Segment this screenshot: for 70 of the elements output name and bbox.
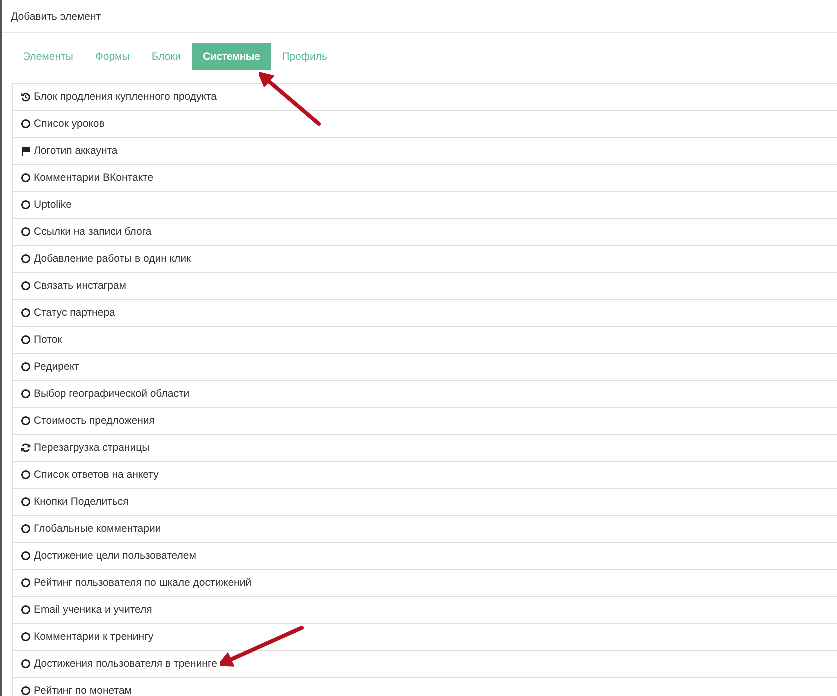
list-item[interactable]: Логотип аккаунта (13, 138, 837, 165)
list-item[interactable]: Статус партнера (13, 300, 837, 327)
item-label: Глобальные комментарии (34, 523, 162, 535)
flag-icon (21, 146, 31, 156)
item-label: Uptolike (34, 199, 72, 211)
refresh-icon (21, 443, 31, 453)
list-item[interactable]: Глобальные комментарии (13, 516, 837, 543)
item-label: Редирект (34, 361, 80, 373)
item-label: Выбор географической области (34, 388, 190, 400)
item-label: Достижения пользователя в тренинге (34, 658, 218, 670)
item-label: Email ученика и учителя (34, 604, 152, 616)
list-item[interactable]: Email ученика и учителя (13, 597, 837, 624)
list-item[interactable]: Блок продления купленного продукта (13, 84, 837, 111)
item-label: Статус партнера (34, 307, 116, 319)
item-label: Стоимость предложения (34, 415, 155, 427)
circle-icon (21, 686, 31, 696)
item-label: Связать инстаграм (34, 280, 127, 292)
circle-icon (21, 659, 31, 669)
circle-icon (21, 362, 31, 372)
list-item[interactable]: Стоимость предложения (13, 408, 837, 435)
list-item[interactable]: Поток (13, 327, 837, 354)
item-label: Комментарии к тренингу (34, 631, 154, 643)
list-item[interactable]: Рейтинг пользователя по шкале достижений (13, 570, 837, 597)
circle-icon (21, 308, 31, 318)
circle-icon (21, 254, 31, 264)
item-label: Рейтинг пользователя по шкале достижений (34, 577, 252, 589)
history-icon (21, 92, 31, 102)
item-label: Достижение цели пользователем (34, 550, 196, 562)
dialog-title: Добавить элемент (11, 11, 102, 23)
circle-icon (21, 200, 31, 210)
circle-icon (21, 227, 31, 237)
list-item[interactable]: Выбор географической области (13, 381, 837, 408)
item-label: Перезагрузка страницы (34, 442, 150, 454)
list-item[interactable]: Ссылки на записи блога (13, 219, 837, 246)
item-label: Блок продления купленного продукта (34, 91, 218, 103)
list-item[interactable]: Комментарии к тренингу (13, 624, 837, 651)
circle-icon (21, 524, 31, 534)
circle-icon (21, 497, 31, 507)
item-label: Рейтинг по монетам (34, 685, 132, 696)
list-item[interactable]: Комментарии ВКонтакте (13, 165, 837, 192)
list-item[interactable]: Список уроков (13, 111, 837, 138)
circle-icon (21, 551, 31, 561)
list-item[interactable]: Редирект (13, 354, 837, 381)
circle-icon (21, 578, 31, 588)
circle-icon (21, 335, 31, 345)
circle-icon (21, 470, 31, 480)
circle-icon (21, 281, 31, 291)
circle-icon (21, 173, 31, 183)
circle-icon (21, 632, 31, 642)
list-item[interactable]: Достижение цели пользователем (13, 543, 837, 570)
circle-icon (21, 119, 31, 129)
item-label: Список ответов на анкету (34, 469, 159, 481)
list-item[interactable]: Перезагрузка страницы (13, 435, 837, 462)
list-item[interactable]: Связать инстаграм (13, 273, 837, 300)
item-label: Ссылки на записи блога (34, 226, 152, 238)
item-label: Логотип аккаунта (34, 145, 118, 157)
list-item[interactable]: Рейтинг по монетам (13, 678, 837, 696)
circle-icon (21, 416, 31, 426)
circle-icon (21, 389, 31, 399)
list-item[interactable]: Кнопки Поделиться (13, 489, 837, 516)
item-label: Список уроков (34, 118, 105, 130)
item-label: Комментарии ВКонтакте (34, 172, 154, 184)
item-label: Добавление работы в один клик (34, 253, 192, 265)
item-label: Кнопки Поделиться (34, 496, 129, 508)
list-item[interactable]: Список ответов на анкету (13, 462, 837, 489)
circle-icon (21, 605, 31, 615)
list-item[interactable]: Добавление работы в один клик (13, 246, 837, 273)
list-item[interactable]: Uptolike (13, 192, 837, 219)
list-item[interactable]: Достижения пользователя в тренинге (13, 651, 837, 678)
item-label: Поток (34, 334, 62, 346)
